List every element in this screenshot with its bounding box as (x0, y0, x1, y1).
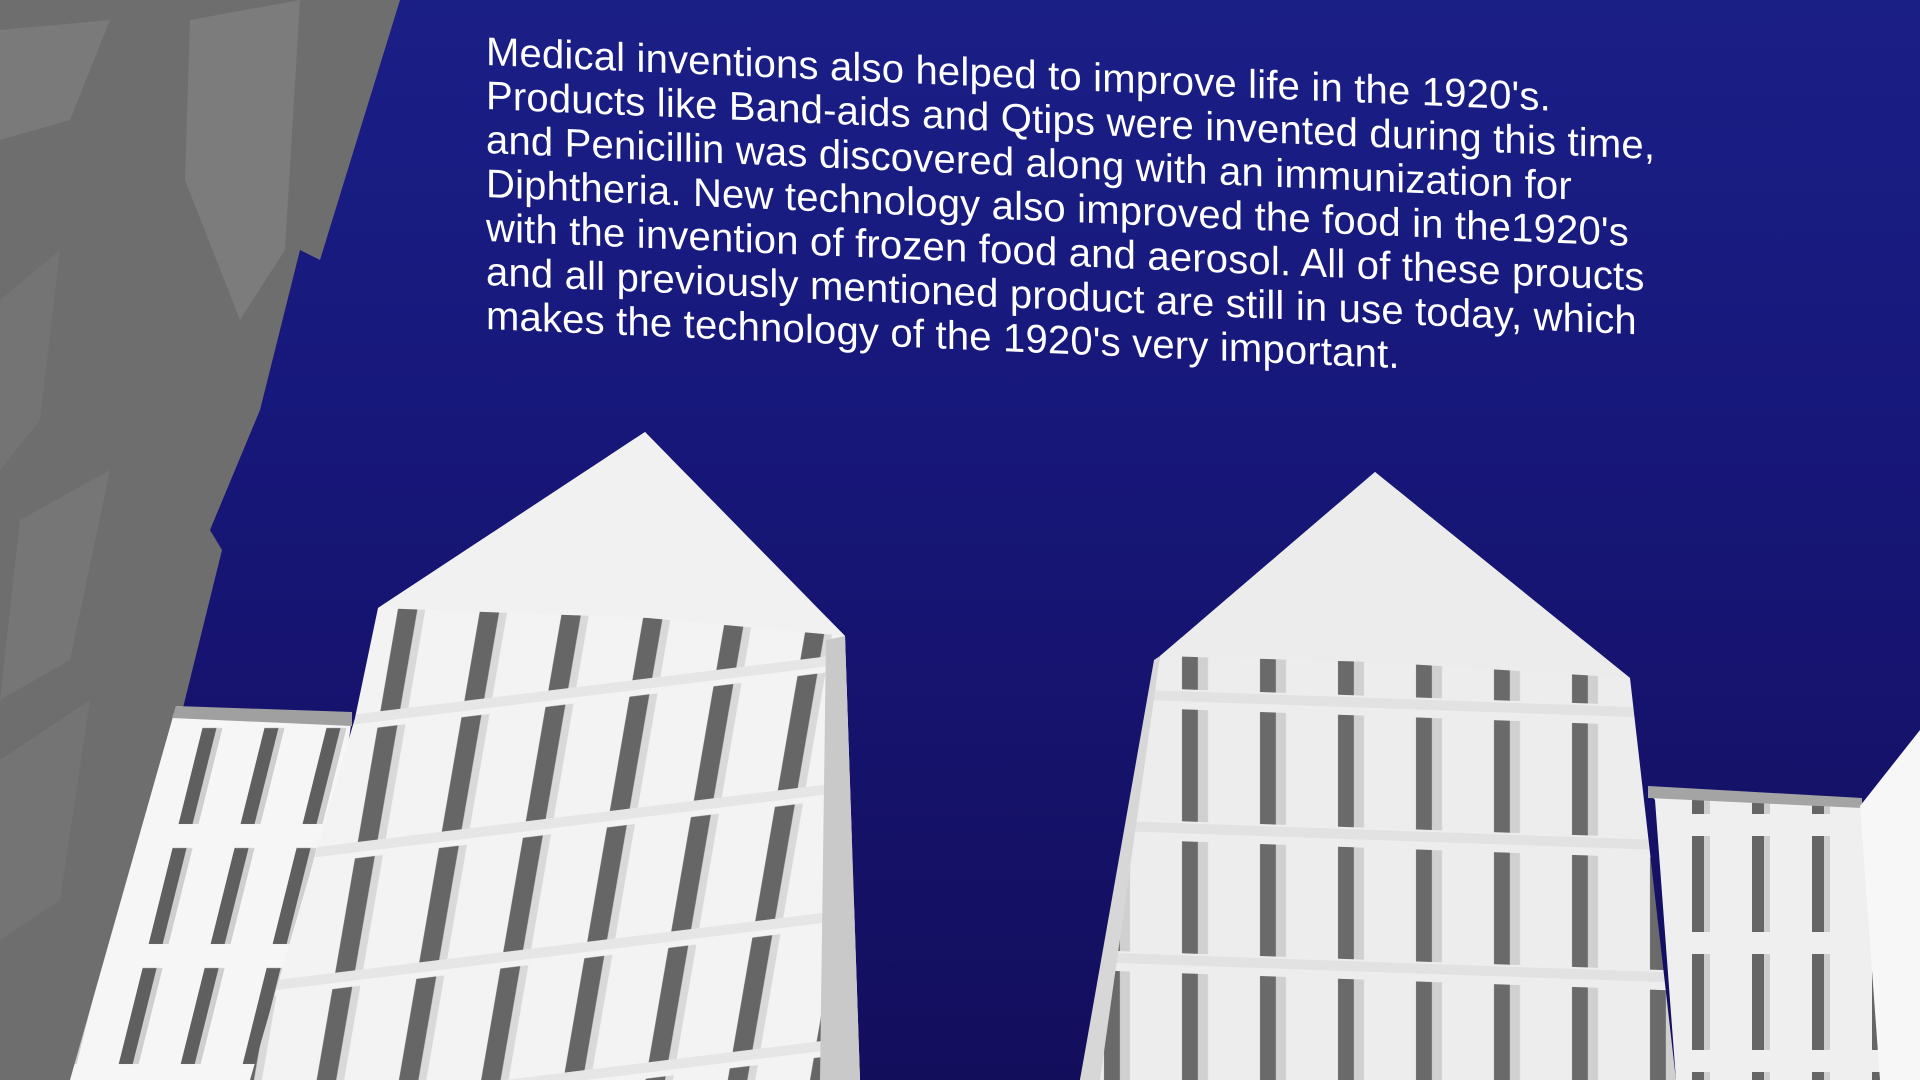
slide-caption: Medical inventions also helped to improv… (486, 30, 1756, 392)
slide-scene: Medical inventions also helped to improv… (0, 0, 1920, 1080)
right-main-tower (1080, 472, 1676, 1080)
